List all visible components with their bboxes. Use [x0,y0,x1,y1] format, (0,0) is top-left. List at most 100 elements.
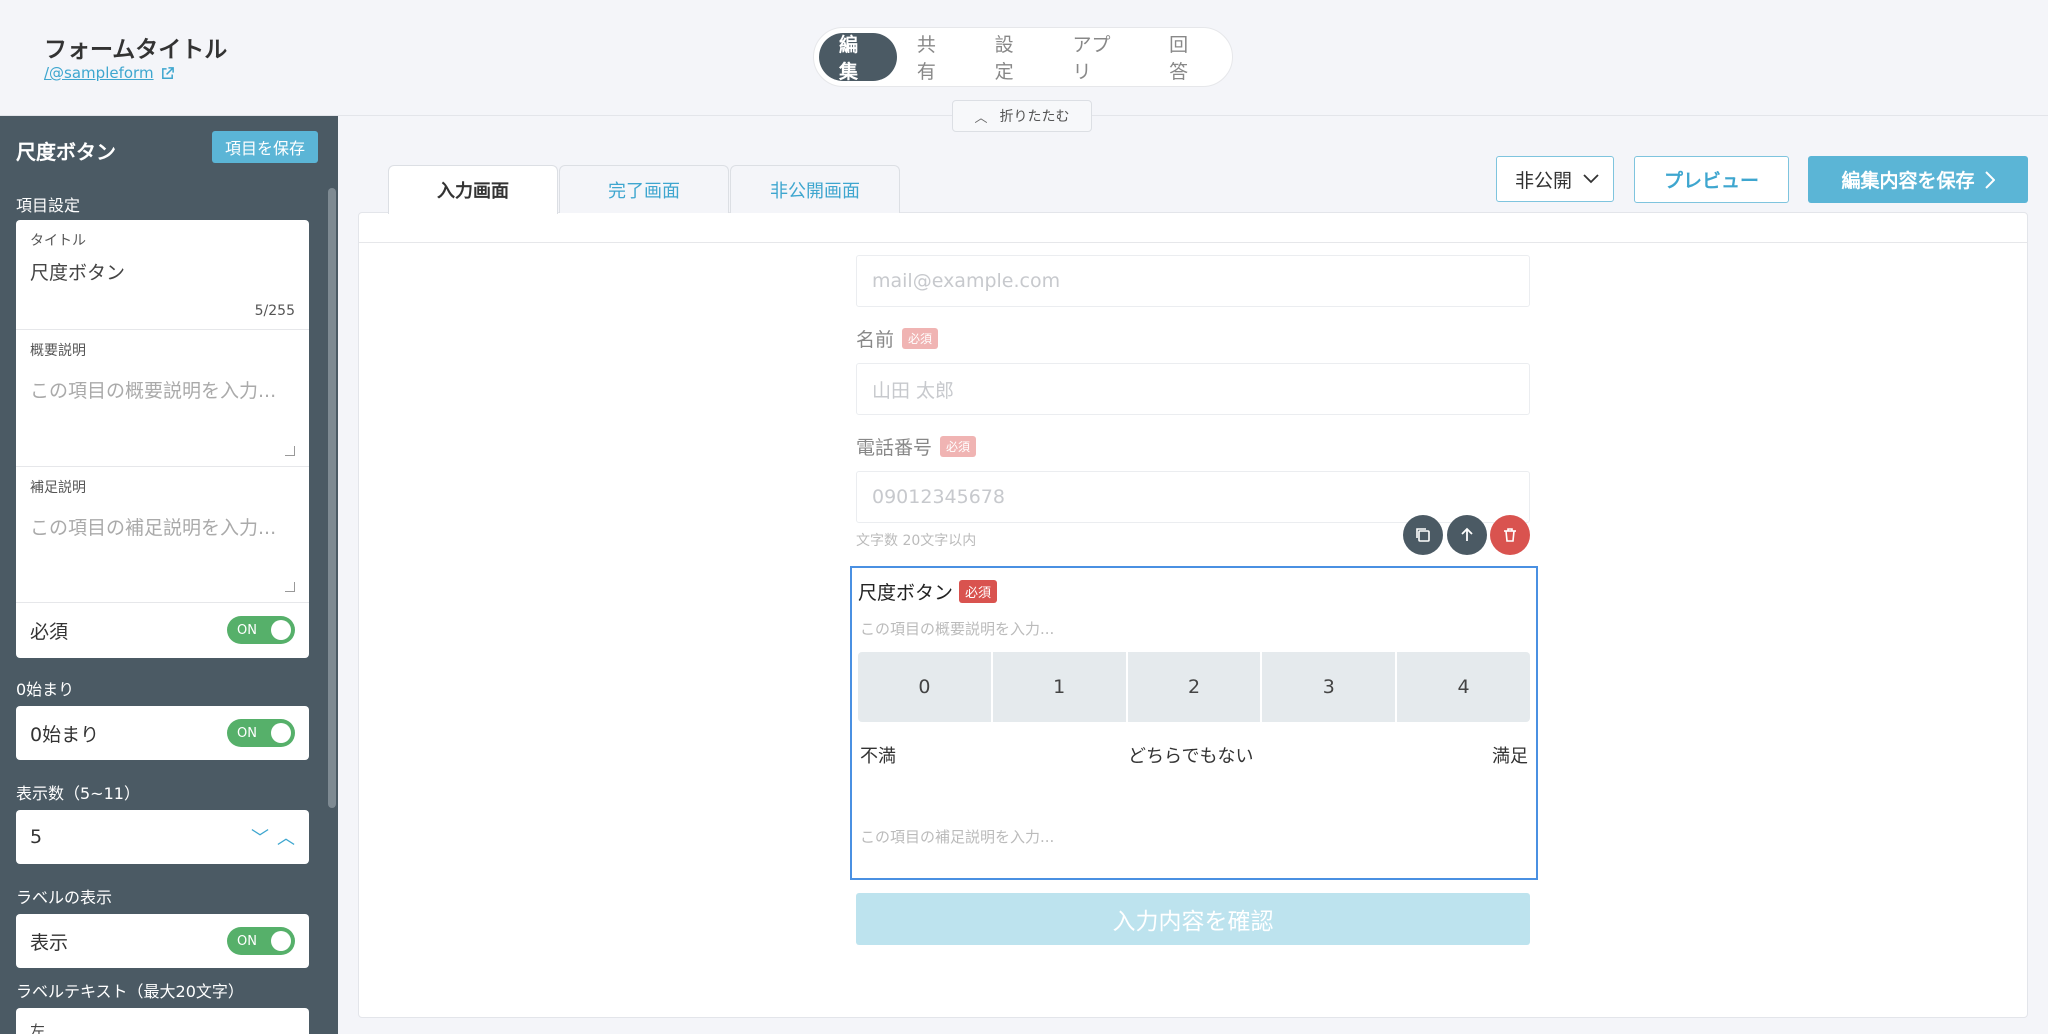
title-field-value: 尺度ボタン [30,262,126,284]
trash-icon [1504,528,1516,542]
required-badge: 必須 [940,436,977,457]
visibility-value: 非公開 [1515,169,1573,192]
supplement-field-label: 補足説明 [30,480,86,496]
title-char-count: 5/255 [254,303,295,319]
item-settings-sidebar: 尺度ボタン 項目を保存 項目設定 タイトル 尺度ボタン 5/255 概要説明 こ… [0,116,338,1034]
nav-settings[interactable]: 設定 [975,33,1053,83]
phone-label-text: 電話番号 [856,437,933,459]
scale-label-right: 満足 [1492,746,1528,767]
tab-private-screen[interactable]: 非公開画面 [730,165,900,213]
required-label: 必須 [30,620,69,643]
scale-supplement: この項目の補足説明を入力... [860,828,1055,846]
stepper-icons: ﹀ ︿ [251,824,295,850]
label-display-label: 表示 [30,931,69,954]
title-field[interactable]: タイトル 尺度ボタン 5/255 [16,220,309,330]
required-toggle[interactable]: ON [227,616,295,644]
scale-option-1[interactable]: 1 [993,652,1128,722]
toggle-state: ON [237,725,257,741]
nav-share[interactable]: 共有 [897,33,975,83]
resize-handle[interactable] [285,446,295,456]
chevron-right-icon [1984,170,1995,189]
screen-tabs: 入力画面 完了画面 非公開画面 [388,165,901,214]
scale-label-center: どちらでもない [1128,746,1254,767]
form-editor-panel: mail@example.com 名前 必須 山田 太郎 電話番号 必須 090… [358,212,2028,1018]
required-row: 必須 ON [16,603,309,657]
item-settings-card: タイトル 尺度ボタン 5/255 概要説明 この項目の概要説明を入力... 補足… [16,220,309,658]
zero-start-label: 0始まり [30,723,100,746]
sidebar-title: 尺度ボタン [16,140,116,164]
visibility-select[interactable]: 非公開 [1496,156,1614,202]
collapse-button[interactable]: ︿ 折りたたむ [952,100,1092,132]
section-zero-start: 0始まり [16,680,75,699]
delete-button[interactable] [1490,515,1530,555]
collapse-label: 折りたたむ [999,109,1070,125]
save-item-button[interactable]: 項目を保存 [212,131,318,163]
zero-start-row: 0始まり ON [16,706,309,760]
toggle-state: ON [237,933,257,949]
section-display-count: 表示数（5~11） [16,784,140,803]
name-label-text: 名前 [856,329,895,351]
tab-complete-screen[interactable]: 完了画面 [559,165,729,213]
label-display-toggle[interactable]: ON [227,927,295,955]
scale-option-2[interactable]: 2 [1128,652,1263,722]
section-label-text: ラベルテキスト（最大20文字） [16,982,244,1001]
tab-input-screen[interactable]: 入力画面 [388,165,558,214]
app-header: フォームタイトル /@sampleform 編集 共有 設定 アプリ 回答 [0,0,2048,116]
supplement-field[interactable]: 補足説明 この項目の補足説明を入力... [16,467,309,603]
scale-title: 尺度ボタン 必須 [858,578,998,605]
summary-field-label: 概要説明 [30,343,86,359]
scale-option-3[interactable]: 3 [1262,652,1398,722]
display-count-card: 5 ﹀ ︿ [16,810,309,864]
form-url-link[interactable]: /@sampleform [44,64,175,82]
zero-start-toggle[interactable]: ON [227,719,295,747]
summary-placeholder: この項目の概要説明を入力... [30,380,277,402]
display-count-value: 5 [30,826,43,848]
scale-description: この項目の概要説明を入力... [860,620,1055,638]
phone-field-label: 電話番号 必須 [856,433,977,460]
toggle-knob [271,931,291,951]
scale-option-0[interactable]: 0 [858,652,993,722]
copy-icon [1416,528,1430,542]
divider [359,242,2027,243]
nav-edit[interactable]: 編集 [819,33,897,83]
label-display-row: 表示 ON [16,914,309,968]
scale-question-block[interactable]: 尺度ボタン 必須 この項目の概要説明を入力... 0 1 2 3 4 不満 どち… [850,566,1538,880]
summary-field[interactable]: 概要説明 この項目の概要説明を入力... [16,330,309,467]
form-url-text: /@sampleform [44,64,154,82]
phone-hint: 文字数 20文字以内 [856,533,977,549]
form-title: フォームタイトル [44,37,228,63]
scale-options: 0 1 2 3 4 [858,652,1530,722]
save-edits-label: 編集内容を保存 [1841,170,1975,192]
zero-start-card: 0始まり ON [16,706,309,760]
nav-responses[interactable]: 回答 [1149,33,1227,83]
display-count-stepper[interactable]: 5 ﹀ ︿ [16,810,309,864]
confirm-input-button[interactable]: 入力内容を確認 [856,893,1530,945]
required-badge: 必須 [902,328,939,349]
preview-button[interactable]: プレビュー [1634,156,1789,203]
chevron-up-icon[interactable]: ︿ [277,824,295,850]
supplement-placeholder: この項目の補足説明を入力... [30,517,277,539]
name-field-label: 名前 必須 [856,325,939,352]
scale-title-text: 尺度ボタン [858,582,954,604]
move-up-button[interactable] [1447,515,1487,555]
label-text-card: 左 [16,1008,309,1034]
section-item-settings: 項目設定 [16,196,81,215]
duplicate-button[interactable] [1403,515,1443,555]
chevron-down-icon [1583,174,1599,184]
chevron-down-icon[interactable]: ﹀ [251,824,269,850]
nav-apps[interactable]: アプリ [1052,33,1149,83]
scale-option-4[interactable]: 4 [1397,652,1530,722]
title-field-label: タイトル [30,233,86,249]
toggle-state: ON [237,622,257,638]
resize-handle[interactable] [285,582,295,592]
sidebar-scrollbar[interactable] [328,188,336,808]
save-edits-button[interactable]: 編集内容を保存 [1808,156,2028,203]
name-input[interactable]: 山田 太郎 [856,363,1530,415]
arrow-up-icon [1461,527,1473,541]
scale-label-left: 不満 [860,746,896,767]
required-badge: 必須 [959,580,998,603]
chevron-up-icon: ︿ [974,110,988,126]
label-display-card: 表示 ON [16,914,309,968]
email-input[interactable]: mail@example.com [856,255,1530,307]
label-text-first: 左 [30,1022,46,1034]
